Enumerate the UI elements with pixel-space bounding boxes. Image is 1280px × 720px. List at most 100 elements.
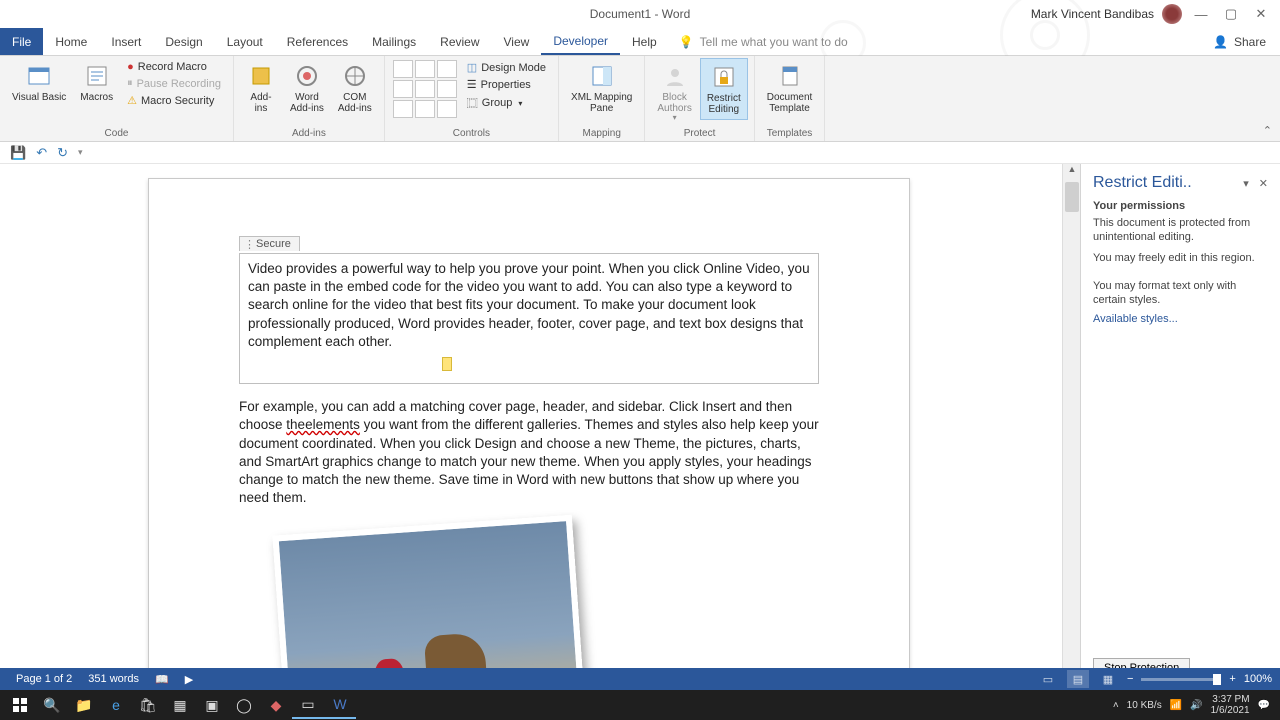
view-print-layout[interactable]: ▤ bbox=[1067, 670, 1089, 688]
scroll-thumb[interactable] bbox=[1065, 182, 1079, 212]
secure-tag[interactable]: Secure bbox=[239, 236, 300, 251]
permissions-line3: You may format text only with certain st… bbox=[1093, 279, 1268, 308]
close-button[interactable]: ✕ bbox=[1250, 4, 1272, 24]
zoom-in-button[interactable]: + bbox=[1229, 673, 1235, 685]
tab-file[interactable]: File bbox=[0, 28, 43, 55]
tray-show-hidden[interactable]: ˄ bbox=[1113, 700, 1119, 711]
document-template-label: DocumentTemplate bbox=[767, 92, 813, 114]
task-app2[interactable]: ▣ bbox=[196, 691, 228, 719]
control-combobox[interactable] bbox=[437, 80, 457, 98]
record-macro-label: Record Macro bbox=[138, 61, 207, 73]
task-word[interactable]: W bbox=[324, 691, 356, 719]
restrict-editing-icon bbox=[710, 63, 738, 91]
task-edge[interactable]: e bbox=[100, 691, 132, 719]
tab-review[interactable]: Review bbox=[428, 28, 491, 55]
control-dropdown[interactable] bbox=[393, 100, 413, 118]
chevron-down-icon: ▾ bbox=[673, 114, 677, 123]
tab-developer[interactable]: Developer bbox=[541, 28, 620, 55]
view-read-mode[interactable]: ▭ bbox=[1037, 670, 1059, 688]
block-authors-icon bbox=[661, 62, 689, 90]
status-macros[interactable]: ▶ bbox=[177, 673, 201, 686]
tray-notifications[interactable]: 💬 bbox=[1258, 700, 1270, 711]
control-buildingblock[interactable] bbox=[393, 80, 413, 98]
macro-security-button[interactable]: ⚠Macro Security bbox=[125, 93, 223, 108]
search-button[interactable]: 🔍 bbox=[36, 691, 68, 719]
control-legacy[interactable] bbox=[437, 100, 457, 118]
zoom-level[interactable]: 100% bbox=[1244, 673, 1272, 685]
tab-references[interactable]: References bbox=[275, 28, 360, 55]
task-store[interactable]: 🛍 bbox=[132, 691, 164, 719]
save-button[interactable]: 💾 bbox=[10, 145, 26, 161]
xml-mapping-label: XML MappingPane bbox=[571, 92, 632, 114]
start-button[interactable] bbox=[4, 691, 36, 719]
control-picture[interactable] bbox=[437, 60, 457, 78]
control-datepicker[interactable] bbox=[415, 100, 435, 118]
content-controls-gallery[interactable] bbox=[391, 58, 459, 120]
record-icon: ● bbox=[127, 61, 134, 73]
tray-volume-icon[interactable]: 🔊 bbox=[1190, 700, 1202, 711]
task-app5[interactable]: ▭ bbox=[292, 691, 324, 719]
tab-insert[interactable]: Insert bbox=[99, 28, 153, 55]
minimize-button[interactable]: — bbox=[1190, 4, 1212, 24]
design-mode-button[interactable]: ◫Design Mode bbox=[465, 60, 548, 75]
qat-customize[interactable]: ▾ bbox=[78, 147, 83, 158]
pane-close-button[interactable]: ✕ bbox=[1259, 177, 1268, 190]
status-spellcheck[interactable]: 📖 bbox=[147, 673, 177, 686]
group-button[interactable]: ⿴Group▾ bbox=[465, 94, 548, 112]
tab-layout[interactable]: Layout bbox=[215, 28, 275, 55]
undo-button[interactable]: ↶ bbox=[36, 145, 47, 161]
tab-view[interactable]: View bbox=[492, 28, 542, 55]
tell-me-search[interactable]: 💡 Tell me what you want to do bbox=[669, 28, 858, 55]
tab-home[interactable]: Home bbox=[43, 28, 99, 55]
tab-help[interactable]: Help bbox=[620, 28, 669, 55]
zoom-out-button[interactable]: − bbox=[1127, 673, 1133, 685]
tray-clock[interactable]: 3:37 PM 1/6/2021 bbox=[1211, 694, 1250, 716]
block-authors-button[interactable]: BlockAuthors▾ bbox=[651, 58, 697, 127]
properties-icon: ☰ bbox=[467, 78, 477, 91]
control-richtext[interactable] bbox=[393, 60, 413, 78]
task-app4[interactable]: ◆ bbox=[260, 691, 292, 719]
scroll-up-button[interactable]: ▲ bbox=[1063, 164, 1081, 180]
maximize-button[interactable]: ▢ bbox=[1220, 4, 1242, 24]
user-avatar[interactable] bbox=[1162, 4, 1182, 24]
lightbulb-icon: 💡 bbox=[679, 35, 694, 49]
user-name: Mark Vincent Bandibas bbox=[1031, 7, 1154, 21]
xml-mapping-button[interactable]: XML MappingPane bbox=[565, 58, 638, 118]
com-addins-button[interactable]: COMAdd-ins bbox=[332, 58, 378, 118]
macros-button[interactable]: Macros bbox=[74, 58, 119, 107]
word-addins-button[interactable]: WordAdd-ins bbox=[284, 58, 330, 118]
editable-region[interactable]: Secure Video provides a powerful way to … bbox=[239, 253, 819, 384]
com-addins-label: COMAdd-ins bbox=[338, 92, 372, 114]
zoom-slider[interactable] bbox=[1141, 678, 1221, 681]
collapse-ribbon-button[interactable]: ⌃ bbox=[1263, 124, 1272, 137]
properties-button[interactable]: ☰Properties bbox=[465, 77, 548, 92]
control-plaintext[interactable] bbox=[415, 60, 435, 78]
pane-options-button[interactable]: ▾ bbox=[1243, 177, 1249, 190]
view-web-layout[interactable]: ▦ bbox=[1097, 670, 1119, 688]
status-words[interactable]: 351 words bbox=[80, 673, 147, 685]
task-app3[interactable]: ◯ bbox=[228, 691, 260, 719]
restrict-editing-label: RestrictEditing bbox=[707, 93, 741, 115]
vertical-scrollbar[interactable]: ▲ ▼ bbox=[1062, 164, 1080, 690]
status-page[interactable]: Page 1 of 2 bbox=[8, 673, 80, 685]
document-template-button[interactable]: DocumentTemplate bbox=[761, 58, 819, 118]
tab-design[interactable]: Design bbox=[153, 28, 214, 55]
share-icon: 👤 bbox=[1213, 35, 1228, 49]
addins-label: Add-ins bbox=[250, 92, 271, 114]
task-app1[interactable]: ▦ bbox=[164, 691, 196, 719]
permissions-heading: Your permissions bbox=[1093, 200, 1268, 212]
addins-button[interactable]: Add-ins bbox=[240, 58, 282, 118]
paragraph-1[interactable]: Video provides a powerful way to help yo… bbox=[248, 260, 810, 351]
document-page[interactable]: Secure Video provides a powerful way to … bbox=[148, 178, 910, 690]
tab-mailings[interactable]: Mailings bbox=[360, 28, 428, 55]
redo-button[interactable]: ↻ bbox=[57, 145, 68, 161]
visual-basic-button[interactable]: Visual Basic bbox=[6, 58, 72, 107]
record-macro-button[interactable]: ● Record Macro bbox=[125, 60, 223, 74]
text-cursor bbox=[442, 357, 452, 371]
available-styles-link[interactable]: Available styles... bbox=[1093, 313, 1178, 325]
restrict-editing-button[interactable]: RestrictEditing bbox=[700, 58, 748, 120]
tray-wifi-icon[interactable]: 📶 bbox=[1170, 700, 1182, 711]
share-button[interactable]: 👤 Share bbox=[1199, 28, 1280, 55]
task-explorer[interactable]: 📁 bbox=[68, 691, 100, 719]
control-checkbox[interactable] bbox=[415, 80, 435, 98]
